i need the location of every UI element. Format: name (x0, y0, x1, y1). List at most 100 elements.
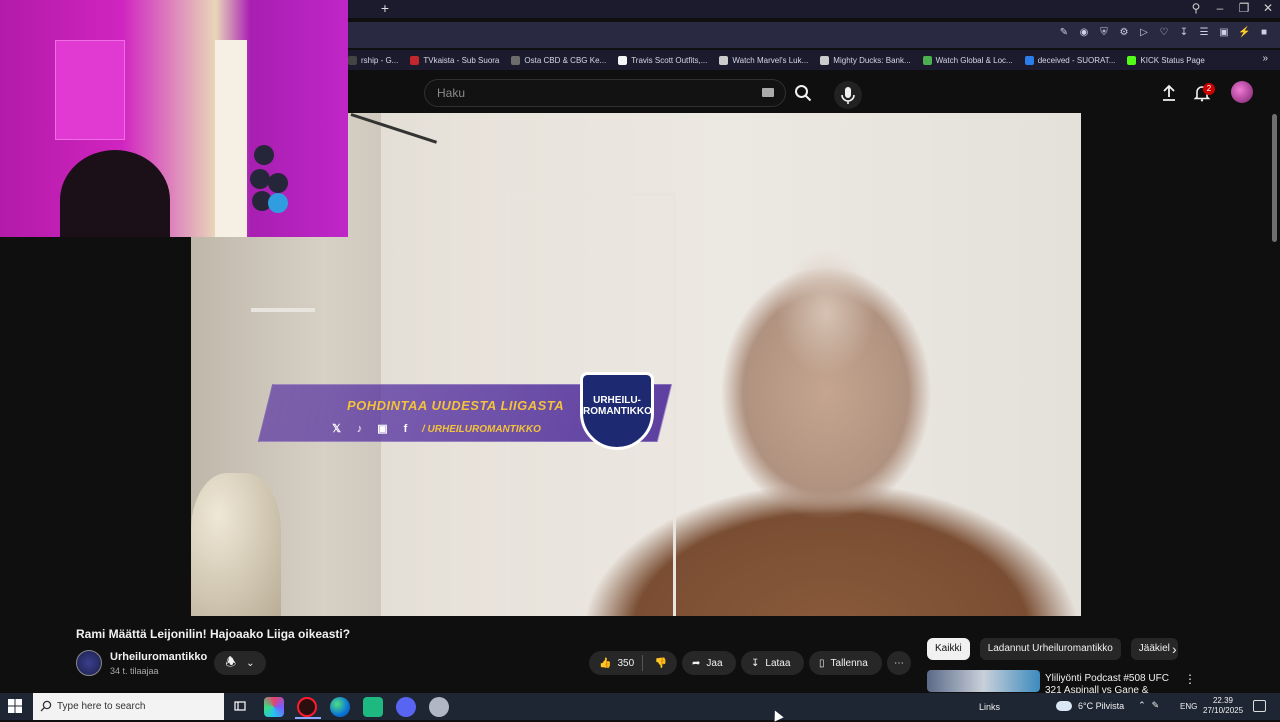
cube-icon[interactable]: ■ (1258, 27, 1270, 39)
account-avatar[interactable] (1231, 81, 1253, 103)
clock-time: 22.39 (1212, 696, 1234, 705)
bookmark-label: rship - G... (361, 55, 399, 65)
chevron-down-icon: ⌄ (246, 657, 255, 669)
tray-weather-widget[interactable]: 6°C Pilvista ⌃ ✎ (1056, 700, 1159, 711)
more-vertical-icon[interactable]: ⋮ (1184, 672, 1196, 686)
thumbs-down-icon[interactable]: 👎 (655, 658, 667, 669)
lower-third-handle: / URHEILUROMANTIKKO (422, 424, 541, 435)
browser-toolbar: ✎ ◉ ⛨ ⚙ ▷ ♡ ↧ ☰ ▣ ⚡ ■ (1058, 27, 1270, 43)
green-app-icon[interactable] (363, 697, 383, 717)
bookmark-favicon-icon (348, 55, 357, 65)
tray-clock[interactable]: 22.39 27/10/2025 (1203, 696, 1243, 716)
bookmark-favicon-icon (410, 55, 420, 65)
close-window-button[interactable]: ✕ (1256, 0, 1280, 16)
instagram-icon: ▣ (377, 423, 388, 435)
task-view-icon[interactable] (234, 700, 246, 712)
upload-icon[interactable] (1160, 84, 1178, 102)
like-count: 350 (617, 657, 635, 669)
download-button[interactable]: ↧ Lataa (741, 651, 804, 675)
opera-gx-app-icon[interactable] (297, 697, 317, 717)
like-divider (642, 655, 643, 671)
tiktok-icon: ♪ (356, 423, 363, 435)
bookmark-label: Watch Global & Loc... (935, 55, 1013, 65)
tray-links-toolbar[interactable]: Links (979, 702, 1000, 712)
lock-icon[interactable]: ▣ (1218, 27, 1230, 39)
settings-app-icon[interactable] (429, 697, 449, 717)
video-scene-lamp (191, 473, 281, 616)
bookmark-item[interactable]: Watch Marvel's Luk... (719, 55, 809, 65)
ai-icon[interactable]: ⚡ (1238, 27, 1250, 39)
minimize-button[interactable]: – (1208, 0, 1232, 16)
search-icon[interactable] (794, 84, 812, 102)
related-filter-chips: Kaikki Ladannut Urheiluromantikko Jääkiel (927, 638, 1178, 660)
recommended-video-title[interactable]: Yliliyönti Podcast #508 UFC 321 Aspinall… (1045, 673, 1180, 693)
webcam-cabinet (55, 40, 125, 140)
subscription-bell-button[interactable]: 🕭 ⌄ (214, 651, 266, 675)
sticker-3 (268, 173, 288, 193)
bookmark-item[interactable]: Osta CBD & CBG Ke... (511, 55, 606, 65)
menu-icon[interactable]: ☰ (1198, 27, 1210, 39)
shield-icon[interactable]: ⛨ (1098, 27, 1110, 39)
active-app-indicator (295, 717, 321, 719)
webcam-overlay (0, 0, 348, 237)
extension-icon[interactable]: ⚙ (1118, 27, 1130, 39)
sticker-5 (268, 193, 288, 213)
bookmark-item[interactable]: rship - G... (348, 55, 399, 65)
restore-button[interactable]: ❐ (1232, 0, 1256, 16)
like-button[interactable]: 👍 350 👎 (589, 651, 677, 675)
share-button[interactable]: ➦ Jaa (682, 651, 736, 675)
camera-icon[interactable]: ◉ (1078, 27, 1090, 39)
bookmark-item[interactable]: Travis Scott Outfits,... (618, 55, 707, 65)
search-input[interactable]: Haku (424, 79, 786, 107)
taskbar-search-input[interactable]: Type here to search (33, 693, 224, 720)
edit-icon[interactable]: ✎ (1058, 27, 1070, 39)
webcam-window (215, 40, 247, 237)
save-button[interactable]: ▯ Tallenna (809, 651, 882, 675)
x-icon: 𝕏 (332, 423, 341, 435)
channel-logo-badge: URHEILU-ROMANTIKKO (580, 372, 654, 450)
channel-avatar[interactable] (76, 650, 102, 676)
bookmark-item[interactable]: KICK Status Page (1127, 55, 1205, 65)
pen-icon[interactable]: ✎ (1152, 700, 1160, 711)
bookmark-label: Mighty Ducks: Bank... (833, 55, 911, 65)
taskbar-search-icon (40, 700, 52, 712)
filter-chip[interactable]: Jääkiel (1130, 638, 1178, 660)
webcam-person (60, 150, 170, 237)
copilot-app-icon[interactable] (264, 697, 284, 717)
bookmarks-more-icon[interactable]: » (1262, 53, 1268, 64)
keyboard-icon[interactable] (762, 88, 774, 97)
bookmark-favicon-icon (922, 55, 932, 65)
download-icon[interactable]: ↧ (1178, 27, 1190, 39)
chevron-up-icon[interactable]: ⌃ (1138, 700, 1146, 711)
bookmark-item[interactable]: deceived - SUORAT... (1024, 55, 1115, 65)
bookmark-item[interactable]: Watch Global & Loc... (922, 55, 1013, 65)
search-tabs-icon[interactable]: ⚲ (1184, 0, 1208, 16)
bookmark-icon: ▯ (819, 657, 825, 669)
channel-name[interactable]: Urheiluromantikko (110, 651, 207, 663)
facebook-icon: f (403, 423, 408, 435)
save-label: Tallenna (830, 657, 868, 669)
microphone-icon[interactable] (834, 81, 862, 109)
filter-chip[interactable]: Kaikki (927, 638, 970, 660)
play-icon[interactable]: ▷ (1138, 27, 1150, 39)
bookmark-item[interactable]: TVkaista - Sub Suora (410, 55, 499, 65)
chevron-right-icon[interactable]: › (1172, 641, 1177, 657)
more-actions-button[interactable]: ⋯ (887, 651, 911, 675)
notification-center-icon[interactable] (1253, 700, 1266, 712)
edge-app-icon[interactable] (330, 697, 350, 717)
heart-icon[interactable]: ♡ (1158, 27, 1170, 39)
new-tab-button[interactable]: + (378, 1, 392, 15)
filter-chip[interactable]: Ladannut Urheiluromantikko (979, 638, 1121, 660)
bookmark-item[interactable]: Mighty Ducks: Bank... (820, 55, 911, 65)
bookmark-favicon-icon (719, 55, 729, 65)
discord-app-icon[interactable] (396, 697, 416, 717)
input-language[interactable]: ENG (1180, 702, 1197, 711)
page-scrollbar[interactable] (1272, 114, 1277, 242)
recommended-video-thumbnail[interactable] (927, 670, 1040, 692)
sticker-1 (254, 145, 274, 165)
windows-start-icon[interactable] (8, 699, 22, 713)
more-horizontal-icon: ⋯ (894, 657, 904, 669)
bookmark-label: Watch Marvel's Luk... (732, 55, 809, 65)
cloud-icon (1056, 700, 1072, 711)
sticker-2 (250, 169, 270, 189)
